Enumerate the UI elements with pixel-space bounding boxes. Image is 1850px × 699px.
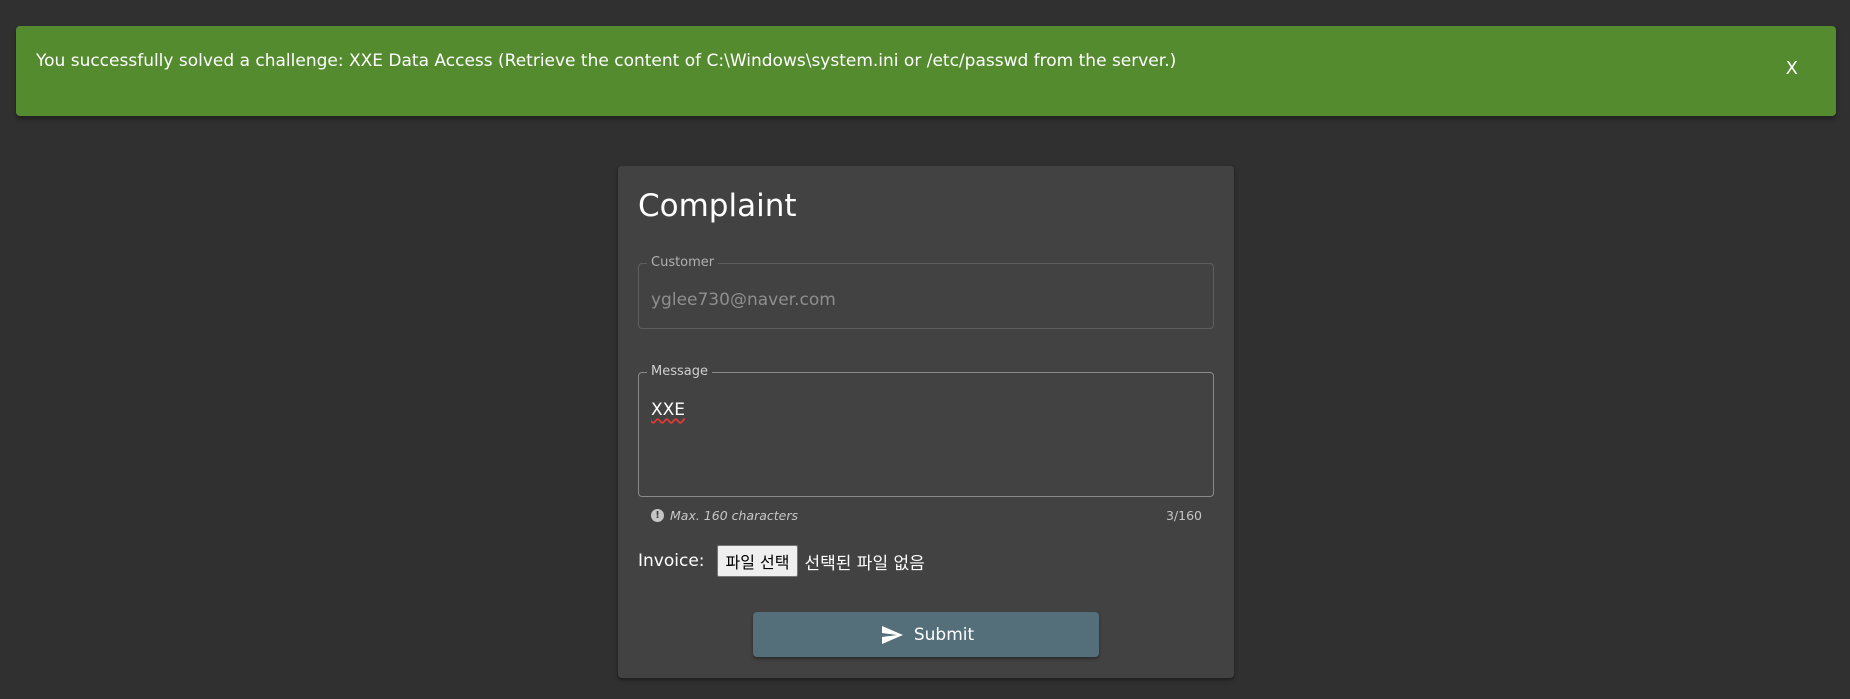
invoice-row: Invoice: 파일 선택 선택된 파일 없음 [638, 545, 925, 577]
choose-file-button[interactable]: 파일 선택 [716, 545, 799, 577]
message-label: Message [647, 364, 712, 379]
page-title: Complaint [638, 188, 797, 224]
customer-label: Customer [647, 255, 719, 270]
send-icon [881, 625, 903, 644]
character-counter: 3/160 [1165, 508, 1202, 523]
customer-field: Customer yglee730@naver.com [638, 255, 1214, 329]
submit-label: Submit [913, 624, 975, 645]
customer-input: yglee730@naver.com [651, 290, 836, 310]
info-icon: ! [651, 509, 664, 522]
complaint-card: Complaint Customer yglee730@naver.com Me… [618, 166, 1234, 678]
file-status-text: 선택된 파일 없음 [804, 553, 925, 574]
invoice-label: Invoice: [638, 551, 705, 571]
challenge-solved-banner: You successfully solved a challenge: XXE… [16, 26, 1836, 116]
message-textarea[interactable]: XXE [651, 400, 685, 420]
submit-button[interactable]: Submit [753, 612, 1099, 657]
banner-close-button[interactable]: X [1786, 58, 1798, 79]
message-field[interactable]: Message XXE [638, 364, 1214, 497]
message-hint: ! Max. 160 characters [651, 508, 798, 523]
message-hint-text: Max. 160 characters [670, 508, 798, 523]
banner-message: You successfully solved a challenge: XXE… [36, 51, 1177, 71]
